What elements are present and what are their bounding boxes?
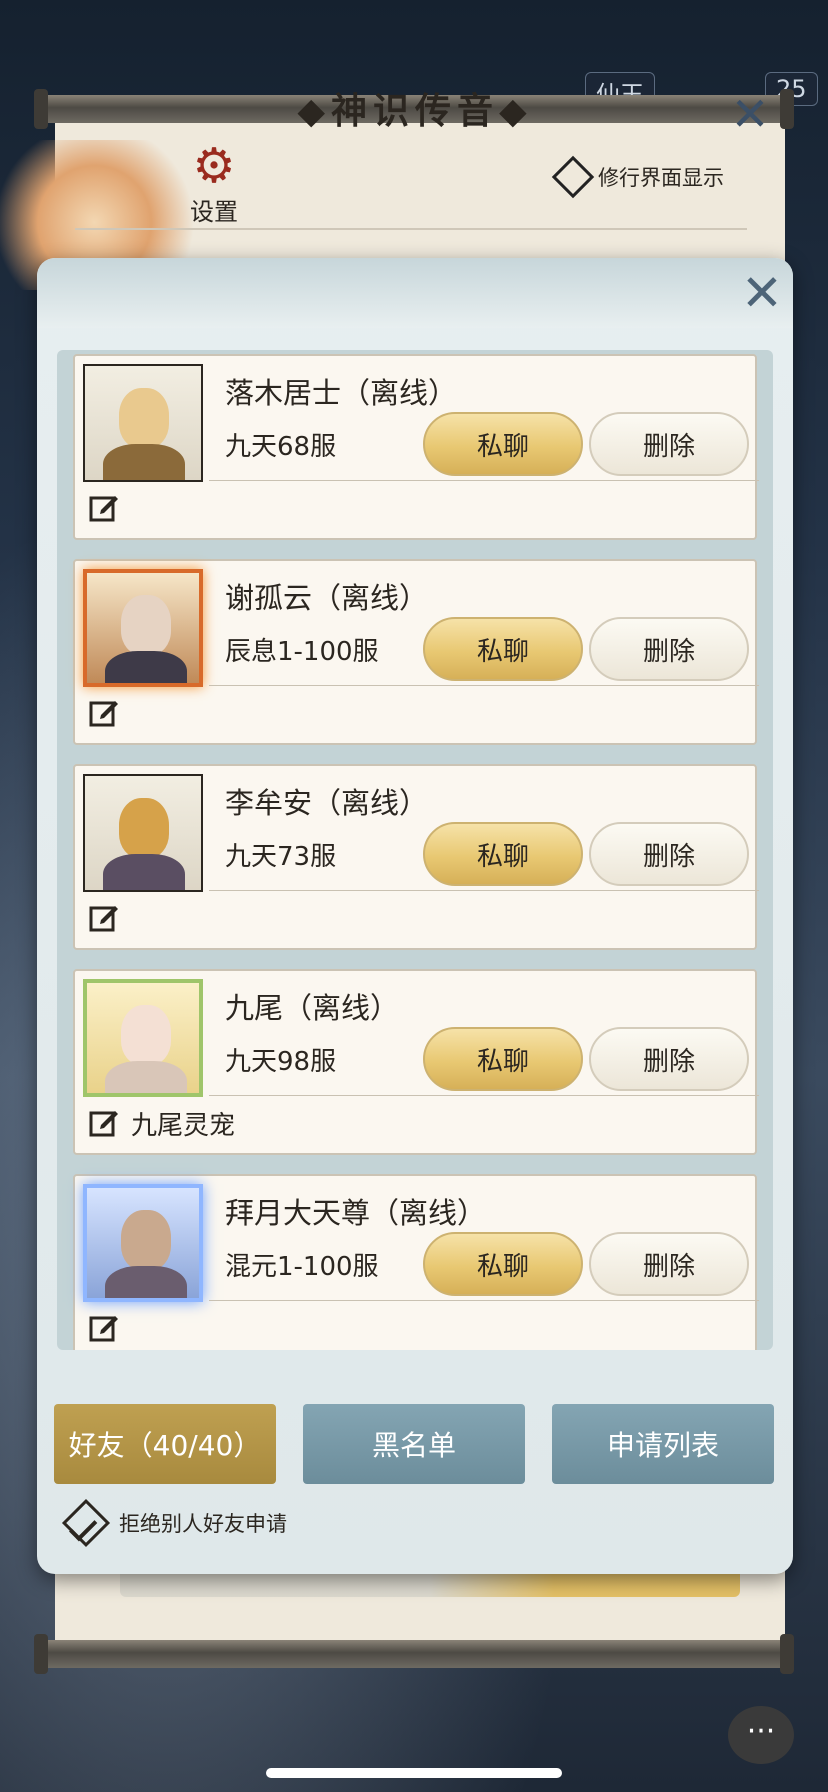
scroll-rod-bottom: [34, 1634, 794, 1674]
card-divider: [209, 685, 759, 686]
portrait-head: [121, 595, 171, 655]
edit-note-icon[interactable]: [89, 902, 119, 932]
friend-list[interactable]: 落木居士（离线） 九天68服 私聊 删除 谢孤云（离线） 辰息1-100服 私聊…: [57, 350, 773, 1350]
friend-name: 落木居士（离线）: [225, 376, 458, 410]
friend-server: 辰息1-100服: [225, 637, 379, 667]
private-chat-button[interactable]: 私聊: [423, 1027, 583, 1091]
private-chat-button[interactable]: 私聊: [423, 822, 583, 886]
avatar[interactable]: [83, 364, 203, 482]
edit-note-icon[interactable]: [89, 1107, 119, 1137]
friend-name: 谢孤云（离线）: [225, 581, 429, 615]
portrait-head: [119, 798, 169, 858]
dialog-header: [37, 258, 793, 328]
portrait-head: [121, 1210, 171, 1270]
friend-card: 李牟安（离线） 九天73服 私聊 删除: [73, 764, 759, 950]
friend-name: 李牟安（离线）: [225, 786, 429, 820]
reject-requests-toggle[interactable]: 拒绝别人好友申请: [59, 1498, 287, 1548]
private-chat-button[interactable]: 私聊: [423, 1232, 583, 1296]
friend-server: 九天68服: [225, 432, 337, 462]
friend-name: 拜月大天尊（离线）: [225, 1196, 487, 1230]
portrait-body: [103, 854, 185, 890]
private-chat-button[interactable]: 私聊: [423, 617, 583, 681]
friend-card: 谢孤云（离线） 辰息1-100服 私聊 删除: [73, 559, 759, 745]
edit-note-icon[interactable]: [89, 492, 119, 522]
portrait-head: [119, 388, 169, 448]
tab-friends[interactable]: 好友（40/40）: [54, 1404, 276, 1484]
friend-name: 九尾（离线）: [225, 991, 400, 1025]
delete-friend-button[interactable]: 删除: [589, 1232, 749, 1296]
home-indicator[interactable]: [266, 1768, 562, 1778]
friend-note: 九尾灵宠: [131, 1111, 236, 1141]
cultivation-toggle-label: 修行界面显示: [598, 166, 724, 190]
friend-server: 九天73服: [225, 842, 337, 872]
friend-server: 九天98服: [225, 1047, 337, 1077]
card-divider: [209, 480, 759, 481]
settings-button[interactable]: ⚙ 设置: [178, 140, 250, 227]
close-x-icon[interactable]: ✕: [737, 268, 787, 318]
back-dialog-title: ◆神识传音◆: [297, 90, 533, 132]
friend-card: 九尾（离线） 九天98服 私聊 删除 九尾灵宠: [73, 969, 759, 1155]
avatar[interactable]: [83, 569, 203, 687]
delete-friend-button[interactable]: 删除: [589, 822, 749, 886]
card-divider: [209, 1095, 759, 1096]
card-divider: [209, 1300, 759, 1301]
portrait-body: [105, 1061, 187, 1093]
friend-card: 落木居士（离线） 九天68服 私聊 删除: [73, 354, 759, 540]
cultivation-display-toggle[interactable]: 修行界面显示: [551, 155, 724, 199]
delete-friend-button[interactable]: 删除: [589, 1027, 749, 1091]
settings-label: 设置: [190, 198, 238, 226]
card-divider: [209, 890, 759, 891]
gear-icon: ⚙: [192, 138, 236, 194]
portrait-body: [105, 1266, 187, 1298]
friend-server: 混元1-100服: [225, 1252, 379, 1282]
private-chat-button[interactable]: 私聊: [423, 412, 583, 476]
reject-requests-label: 拒绝别人好友申请: [119, 1512, 287, 1536]
tab-blacklist[interactable]: 黑名单: [303, 1404, 525, 1484]
back-dialog-divider: [75, 228, 747, 230]
friends-dialog: ✕ 落木居士（离线） 九天68服 私聊 删除 谢孤云（离线） 辰息1-100服 …: [37, 258, 793, 1574]
delete-friend-button[interactable]: 删除: [589, 617, 749, 681]
portrait-body: [105, 651, 187, 683]
back-dialog-close-icon[interactable]: ✕: [728, 91, 772, 137]
edit-note-icon[interactable]: [89, 1312, 119, 1342]
friend-card: 拜月大天尊（离线） 混元1-100服 私聊 删除: [73, 1174, 759, 1350]
avatar[interactable]: [83, 1184, 203, 1302]
diamond-checkbox-icon: [551, 155, 595, 199]
portrait-head: [121, 1005, 171, 1065]
delete-friend-button[interactable]: 删除: [589, 412, 749, 476]
portrait-body: [103, 444, 185, 480]
avatar[interactable]: [83, 774, 203, 892]
chat-bubble-icon[interactable]: ···: [728, 1706, 794, 1764]
tab-friend-requests[interactable]: 申请列表: [552, 1404, 774, 1484]
checkbox-checked-icon: [61, 1498, 111, 1548]
avatar[interactable]: [83, 979, 203, 1097]
edit-note-icon[interactable]: [89, 697, 119, 727]
